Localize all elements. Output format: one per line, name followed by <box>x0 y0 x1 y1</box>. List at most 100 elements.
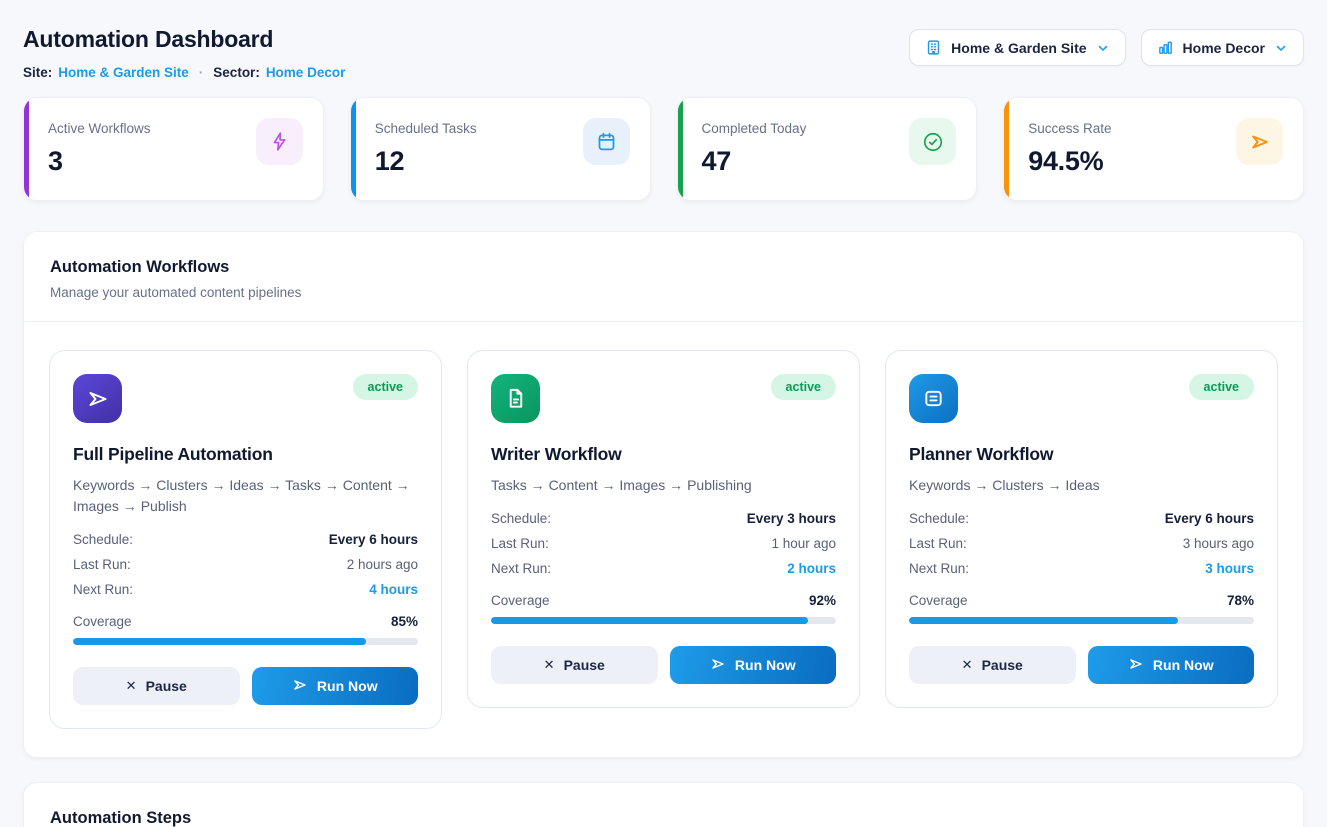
workflow-card-planner: active Planner Workflow Keywords → Clust… <box>885 350 1278 708</box>
site-selector-label: Home & Garden Site <box>951 40 1086 56</box>
workflow-description: Tasks → Content → Images → Publishing <box>491 475 836 496</box>
site-label: Site: <box>23 65 52 80</box>
send-icon <box>292 677 308 696</box>
breadcrumb: Site: Home & Garden Site · Sector: Home … <box>23 65 345 80</box>
sector-label: Sector: <box>213 65 260 80</box>
send-icon <box>73 374 122 423</box>
stat-card-success-rate: Success Rate 94.5% <box>1003 97 1304 201</box>
workflow-title: Full Pipeline Automation <box>73 444 418 465</box>
schedule-value: Every 6 hours <box>329 532 418 547</box>
page-header: Automation Dashboard Site: Home & Garden… <box>23 20 1304 80</box>
stat-accent-bar <box>678 98 683 200</box>
sector-selector-label: Home Decor <box>1183 40 1265 56</box>
automation-workflows-section: Automation Workflows Manage your automat… <box>23 231 1304 758</box>
workflows-section-body: active Full Pipeline Automation Keywords… <box>24 322 1303 757</box>
workflows-section-subtitle: Manage your automated content pipelines <box>50 285 1277 300</box>
stat-card-active-workflows: Active Workflows 3 <box>23 97 324 201</box>
workflow-cards-grid: active Full Pipeline Automation Keywords… <box>49 350 1278 729</box>
separator-dot: · <box>199 65 204 80</box>
automation-steps-section: Automation Steps Configure which steps a… <box>23 782 1304 827</box>
coverage-value: 85% <box>391 614 418 629</box>
coverage-label: Coverage <box>909 593 968 608</box>
schedule-value: Every 3 hours <box>747 511 836 526</box>
sector-link[interactable]: Home Decor <box>266 65 346 80</box>
coverage-value: 78% <box>1227 593 1254 608</box>
schedule-value: Every 6 hours <box>1165 511 1254 526</box>
x-icon: ✕ <box>962 657 973 673</box>
next-run-value: 2 hours <box>787 561 836 576</box>
schedule-row: Schedule: Every 3 hours <box>491 511 836 526</box>
coverage-block: Coverage 85% <box>73 614 418 645</box>
next-run-row: Next Run: 2 hours <box>491 561 836 576</box>
status-badge: active <box>353 374 418 400</box>
pause-button[interactable]: ✕ Pause <box>73 667 240 705</box>
run-now-button[interactable]: Run Now <box>252 667 419 705</box>
site-selector-dropdown[interactable]: Home & Garden Site <box>909 29 1125 66</box>
next-run-value: 3 hours <box>1205 561 1254 576</box>
status-badge: active <box>771 374 836 400</box>
chevron-down-icon <box>1274 41 1288 55</box>
last-run-value: 1 hour ago <box>771 536 836 551</box>
last-run-row: Last Run: 3 hours ago <box>909 536 1254 551</box>
coverage-progress-track <box>73 638 418 645</box>
schedule-row: Schedule: Every 6 hours <box>909 511 1254 526</box>
building-icon <box>925 39 942 56</box>
next-run-row: Next Run: 3 hours <box>909 561 1254 576</box>
coverage-progress-fill <box>491 617 808 624</box>
coverage-progress-track <box>491 617 836 624</box>
steps-section-title: Automation Steps <box>50 809 1277 827</box>
workflow-description: Keywords → Clusters → Ideas → Tasks → Co… <box>73 475 418 517</box>
pause-button[interactable]: ✕ Pause <box>491 646 658 684</box>
stat-label: Active Workflows <box>48 117 151 136</box>
stat-accent-bar <box>351 98 356 200</box>
x-icon: ✕ <box>544 657 555 673</box>
workflows-section-title: Automation Workflows <box>50 258 1277 277</box>
next-run-value: 4 hours <box>369 582 418 597</box>
last-run-value: 2 hours ago <box>347 557 418 572</box>
send-icon <box>1128 656 1144 675</box>
page-header-left: Automation Dashboard Site: Home & Garden… <box>23 20 345 80</box>
stat-value: 47 <box>702 146 807 177</box>
chevron-down-icon <box>1096 41 1110 55</box>
last-run-value: 3 hours ago <box>1183 536 1254 551</box>
status-badge: active <box>1189 374 1254 400</box>
stat-value: 12 <box>375 146 477 177</box>
workflow-title: Writer Workflow <box>491 444 836 465</box>
workflows-section-header: Automation Workflows Manage your automat… <box>24 232 1303 322</box>
coverage-progress-fill <box>909 617 1178 624</box>
lightning-icon <box>256 118 303 165</box>
header-selectors: Home & Garden Site Home Decor <box>909 29 1304 66</box>
coverage-label: Coverage <box>491 593 550 608</box>
document-icon <box>491 374 540 423</box>
stat-card-scheduled-tasks: Scheduled Tasks 12 <box>350 97 651 201</box>
bar-chart-icon <box>1157 39 1174 56</box>
pause-button[interactable]: ✕ Pause <box>909 646 1076 684</box>
stat-card-completed-today: Completed Today 47 <box>677 97 978 201</box>
stat-value: 3 <box>48 146 151 177</box>
stat-label: Completed Today <box>702 117 807 136</box>
schedule-row: Schedule: Every 6 hours <box>73 532 418 547</box>
sector-selector-dropdown[interactable]: Home Decor <box>1141 29 1304 66</box>
workflow-title: Planner Workflow <box>909 444 1254 465</box>
last-run-row: Last Run: 1 hour ago <box>491 536 836 551</box>
steps-section-header: Automation Steps Configure which steps a… <box>24 783 1303 827</box>
check-circle-icon <box>909 118 956 165</box>
x-icon: ✕ <box>126 678 137 694</box>
coverage-value: 92% <box>809 593 836 608</box>
coverage-progress-track <box>909 617 1254 624</box>
last-run-row: Last Run: 2 hours ago <box>73 557 418 572</box>
workflow-card-full-pipeline: active Full Pipeline Automation Keywords… <box>49 350 442 729</box>
list-icon <box>909 374 958 423</box>
site-link[interactable]: Home & Garden Site <box>58 65 189 80</box>
coverage-progress-fill <box>73 638 366 645</box>
next-run-row: Next Run: 4 hours <box>73 582 418 597</box>
calendar-icon <box>583 118 630 165</box>
stats-row: Active Workflows 3 Scheduled Tasks 12 Co… <box>23 97 1304 201</box>
coverage-block: Coverage 92% <box>491 593 836 624</box>
stat-value: 94.5% <box>1028 146 1111 177</box>
stat-accent-bar <box>1004 98 1009 200</box>
workflow-description: Keywords → Clusters → Ideas <box>909 475 1254 496</box>
run-now-button[interactable]: Run Now <box>1088 646 1255 684</box>
run-now-button[interactable]: Run Now <box>670 646 837 684</box>
send-icon <box>710 656 726 675</box>
